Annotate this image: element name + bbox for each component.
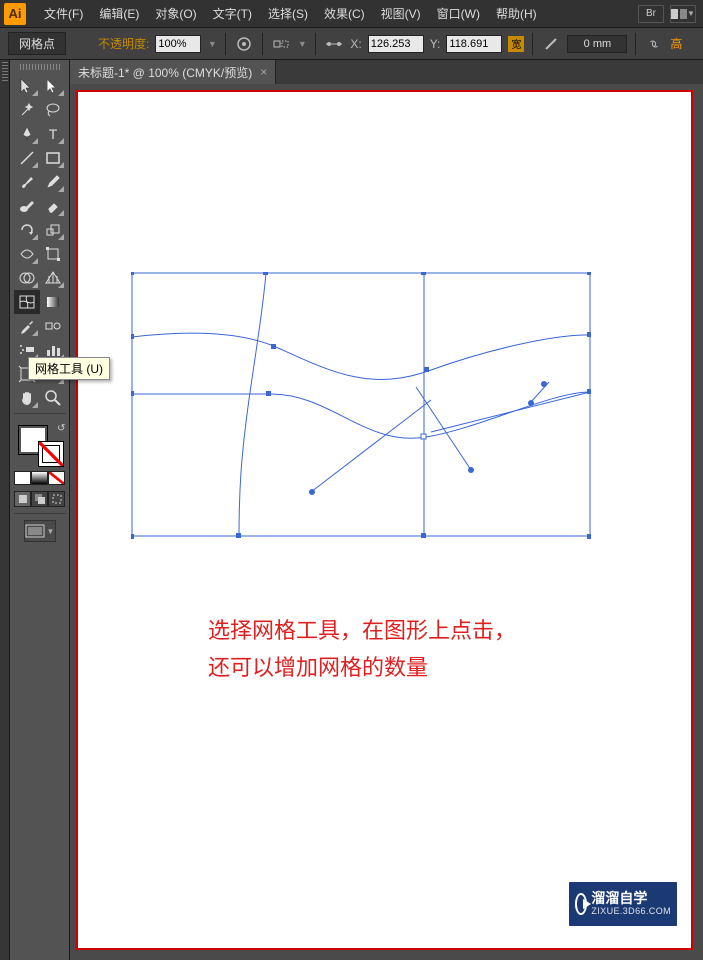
annotation-text: 选择网格工具，在图形上点击， 还可以增加网格的数量 [208,612,516,687]
pen-tool[interactable] [14,122,40,146]
annotation-line1: 选择网格工具，在图形上点击， [208,612,516,649]
panel-strip[interactable] [0,60,10,960]
handles-icon[interactable] [324,35,344,53]
link-icon[interactable] [644,35,664,53]
draw-normal-button[interactable] [14,491,31,507]
rotate-tool[interactable] [14,218,40,242]
magic-wand-tool[interactable] [14,98,40,122]
hand-tool[interactable] [14,386,40,410]
recolor-icon[interactable] [234,35,254,53]
menu-effect[interactable]: 效果(C) [316,5,373,22]
watermark: 溜溜自学 ZIXUE.3D66.COM [569,882,677,926]
opacity-input[interactable] [155,35,201,53]
mesh-object[interactable] [131,272,591,542]
blend-tool[interactable] [40,314,66,338]
options-bar: 网格点 不透明度: ▼ ▼ X: Y: 宽 高 [0,28,703,60]
watermark-url: ZIXUE.3D66.COM [591,907,671,917]
stroke-weight-input[interactable] [567,35,627,53]
menu-object[interactable]: 对象(O) [147,5,204,22]
menu-select[interactable]: 选择(S) [260,5,316,22]
eyedropper-tool[interactable] [14,314,40,338]
toolbox: T [10,60,70,960]
play-icon [575,893,587,915]
draw-behind-button[interactable] [31,491,48,507]
opacity-dropdown[interactable]: ▼ [207,35,217,53]
opacity-label: 不透明度: [98,35,149,52]
mesh-tool[interactable] [14,290,40,314]
svg-text:T: T [48,126,57,142]
selection-tool[interactable] [14,74,40,98]
blob-brush-tool[interactable] [14,194,40,218]
artboard[interactable]: 选择网格工具，在图形上点击， 还可以增加网格的数量 溜溜自学 ZIXUE.3D6… [76,90,693,950]
type-tool[interactable]: T [40,122,66,146]
screen-mode-button[interactable]: ▼ [24,520,56,542]
anchor-dropdown[interactable]: ▼ [297,35,307,53]
watermark-title: 溜溜自学 [591,891,671,906]
anchor-convert-icon[interactable] [271,35,291,53]
arrange-icon [671,9,687,19]
line-segment-tool[interactable] [14,146,40,170]
x-input[interactable] [368,35,424,53]
direct-selection-tool[interactable] [40,74,66,98]
annotation-line2: 还可以增加网格的数量 [208,649,516,686]
stroke-swatch[interactable] [38,441,64,467]
y-input[interactable] [446,35,502,53]
free-transform-tool[interactable] [40,242,66,266]
swap-colors-icon[interactable]: ↺ [57,423,65,434]
color-mode-solid[interactable] [14,471,31,485]
toolbox-grip[interactable] [20,64,60,70]
lasso-tool[interactable] [40,98,66,122]
document-tab-title: 未标题-1* @ 100% (CMYK/预览) [78,64,252,81]
color-mode-gradient[interactable] [31,471,48,485]
menu-file[interactable]: 文件(F) [36,5,91,22]
rectangle-tool[interactable] [40,146,66,170]
paintbrush-tool[interactable] [14,170,40,194]
draw-inside-button[interactable] [48,491,65,507]
close-tab-button[interactable]: × [260,65,267,79]
menu-view[interactable]: 视图(V) [373,5,429,22]
color-mode-none[interactable] [48,471,65,485]
width-badge: 宽 [508,36,524,52]
height-label: 高 [670,35,682,52]
menu-bar: Ai 文件(F) 编辑(E) 对象(O) 文字(T) 选择(S) 效果(C) 视… [0,0,703,28]
eraser-tool[interactable] [40,194,66,218]
perspective-grid-tool[interactable] [40,266,66,290]
width-tool[interactable] [14,242,40,266]
pencil-tool[interactable] [40,170,66,194]
arrange-button[interactable]: ▼ [670,5,696,23]
canvas-area[interactable]: 选择网格工具，在图形上点击， 还可以增加网格的数量 溜溜自学 ZIXUE.3D6… [70,84,703,960]
zoom-tool[interactable] [40,386,66,410]
gradient-tool[interactable] [40,290,66,314]
scale-tool[interactable] [40,218,66,242]
bridge-button[interactable]: Br [638,5,664,23]
stroke-icon[interactable] [541,35,561,53]
color-swatches[interactable]: ↺ [14,423,66,467]
document-tab-bar: 未标题-1* @ 100% (CMYK/预览) × [70,60,703,84]
shape-builder-tool[interactable] [14,266,40,290]
menu-edit[interactable]: 编辑(E) [91,5,147,22]
menu-type[interactable]: 文字(T) [205,5,260,22]
document-tab[interactable]: 未标题-1* @ 100% (CMYK/预览) × [70,60,276,84]
context-label: 网格点 [8,32,66,55]
app-logo: Ai [4,3,26,25]
y-label: Y: [430,37,441,51]
menu-help[interactable]: 帮助(H) [488,5,545,22]
x-label: X: [350,37,361,51]
tool-tooltip: 网格工具 (U) [28,357,110,380]
menu-window[interactable]: 窗口(W) [429,5,488,22]
